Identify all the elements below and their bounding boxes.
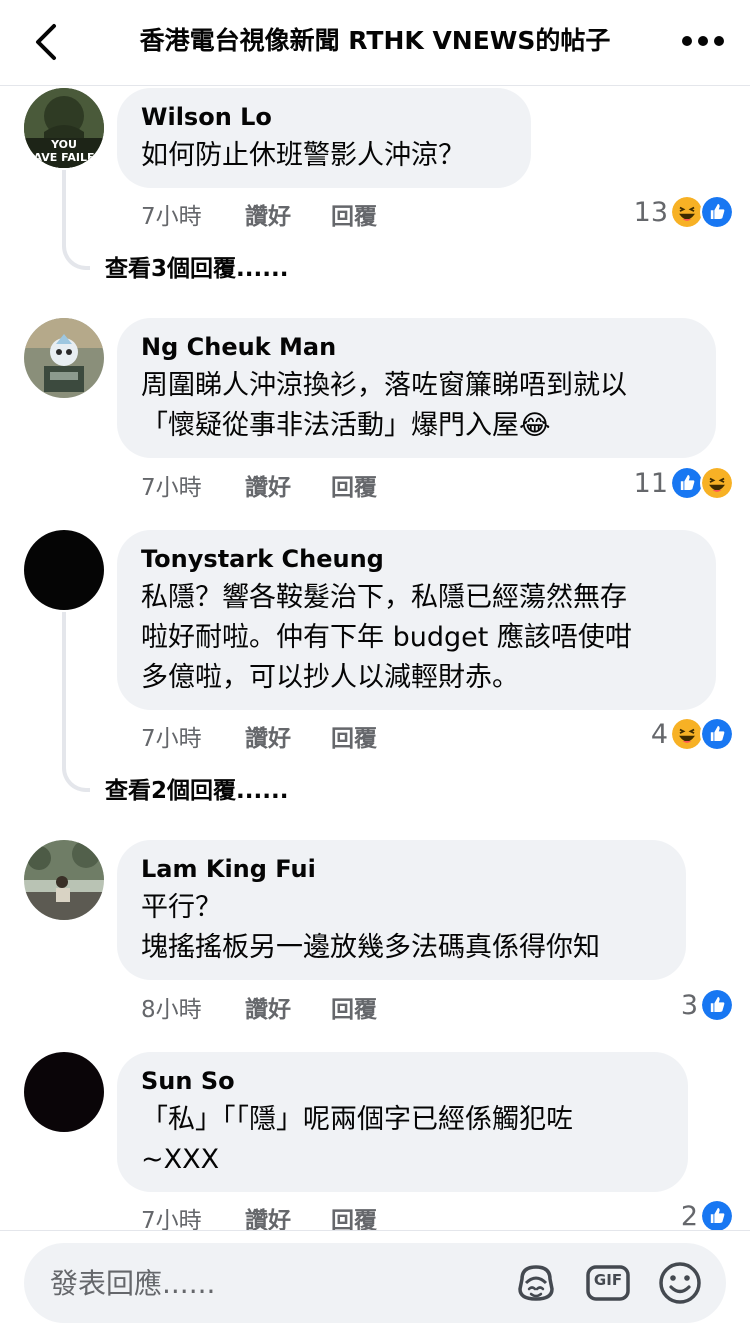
comment-author[interactable]: Ng Cheuk Man [141,332,692,362]
comment-input[interactable] [50,1261,470,1305]
chevron-left-icon [36,24,56,60]
comment-bubble[interactable]: Lam King Fui 平行？ 塊搖搖板另一邊放幾多法碼真係得你知 [117,840,686,980]
svg-text:YOU: YOU [50,138,77,151]
top-bar: 香港電台視像新聞 RTHK VNEWS的帖子 [0,0,750,86]
comment-time[interactable]: 7小時 [141,197,245,231]
avatar[interactable] [24,840,104,920]
reaction-summary[interactable]: 4 [651,716,734,752]
avatar[interactable]: YOU AVE FAILE [24,88,104,168]
comment-text: 周圍睇人沖涼換衫，落咗窗簾睇唔到就以 「懷疑從事非法活動」爆門入屋😂 [141,370,627,441]
avatar-image [24,840,104,920]
comment-bubble[interactable]: Ng Cheuk Man 周圍睇人沖涼換衫，落咗窗簾睇唔到就以 「懷疑從事非法活… [117,318,716,458]
like-reaction-icon [670,466,704,500]
comment-author[interactable]: Lam King Fui [141,854,662,884]
reaction-count: 13 [633,196,668,228]
comment-actions: 7小時 讚好 回覆 [141,718,377,754]
comment-text: 平行？ 塊搖搖板另一邊放幾多法碼真係得你知 [141,892,600,963]
avatar[interactable] [24,1052,104,1132]
reaction-count: 3 [680,989,698,1021]
more-options-button[interactable] [678,24,728,58]
avatar-sticker-icon [518,1265,554,1301]
reply-button[interactable]: 回覆 [331,468,377,502]
haha-reaction-icon [670,195,704,229]
avatar[interactable] [24,530,104,610]
haha-reaction-icon [700,466,734,500]
comment-author[interactable]: Wilson Lo [141,102,507,132]
reply-button[interactable]: 回覆 [331,197,377,231]
comment-composer: GIF [24,1243,726,1323]
comment-bubble[interactable]: Sun So 「私」「「隱」呢兩個字已經係觸犯咗 ~XXX [117,1052,688,1192]
reaction-count: 4 [650,718,668,750]
like-button[interactable]: 讚好 [245,719,331,753]
comment-bubble[interactable]: Tonystark Cheung 私隱？響各鞍髮治下，私隱已經蕩然無存 啦好耐啦… [117,530,716,710]
comment-text: 「私」「「隱」呢兩個字已經係觸犯咗 ~XXX [141,1104,573,1175]
reply-button[interactable]: 回覆 [331,990,377,1024]
avatar-image [24,318,104,398]
reaction-summary[interactable]: 3 [681,987,734,1023]
comment-author[interactable]: Sun So [141,1066,664,1096]
reaction-summary[interactable]: 11 [634,465,734,501]
view-replies-link[interactable]: 查看2個回覆...... [105,776,288,806]
back-button[interactable] [26,20,70,64]
comment-time[interactable]: 7小時 [141,719,245,753]
reaction-summary[interactable]: 13 [634,194,734,230]
more-horizontal-icon [682,36,724,46]
comment-actions: 7小時 讚好 回覆 [141,467,377,503]
view-replies-link[interactable]: 查看3個回覆...... [105,254,288,284]
like-button[interactable]: 讚好 [245,197,331,231]
like-reaction-icon [700,717,734,751]
smiley-icon [659,1262,701,1304]
comment-text: 如何防止休班警影人沖涼？ [141,140,465,171]
avatar-image: YOU AVE FAILE [24,88,104,168]
comment-time[interactable]: 8小時 [141,990,245,1024]
thread-connector [62,612,90,792]
comment-composer-bar: GIF [0,1230,750,1334]
comment-bubble[interactable]: Wilson Lo 如何防止休班警影人沖涼？ [117,88,531,188]
avatar[interactable] [24,318,104,398]
haha-reaction-icon [670,717,704,751]
emoji-button[interactable] [656,1259,704,1307]
reaction-summary[interactable]: 2 [681,1198,734,1234]
gif-button[interactable]: GIF [584,1259,632,1307]
comment-time[interactable]: 7小時 [141,468,245,502]
reply-button[interactable]: 回覆 [331,719,377,753]
thread-connector [62,170,90,270]
avatar-sticker-button[interactable] [512,1259,560,1307]
comment-actions: 7小時 讚好 回覆 [141,196,377,232]
comment-text: 私隱？響各鞍髮治下，私隱已經蕩然無存 啦好耐啦。仲有下年 budget 應該唔使… [141,582,632,693]
like-reaction-icon [700,988,734,1022]
gif-label: GIF [593,1271,623,1289]
comment-author[interactable]: Tonystark Cheung [141,544,692,574]
like-button[interactable]: 讚好 [245,468,331,502]
comment-actions: 8小時 讚好 回覆 [141,989,377,1025]
svg-text:AVE FAILE: AVE FAILE [33,151,94,164]
page-title: 香港電台視像新聞 RTHK VNEWS的帖子 [139,26,611,55]
like-reaction-icon [700,1199,734,1233]
reaction-count: 11 [633,467,668,499]
reaction-count: 2 [680,1200,698,1232]
like-reaction-icon [700,195,734,229]
like-button[interactable]: 讚好 [245,990,331,1024]
